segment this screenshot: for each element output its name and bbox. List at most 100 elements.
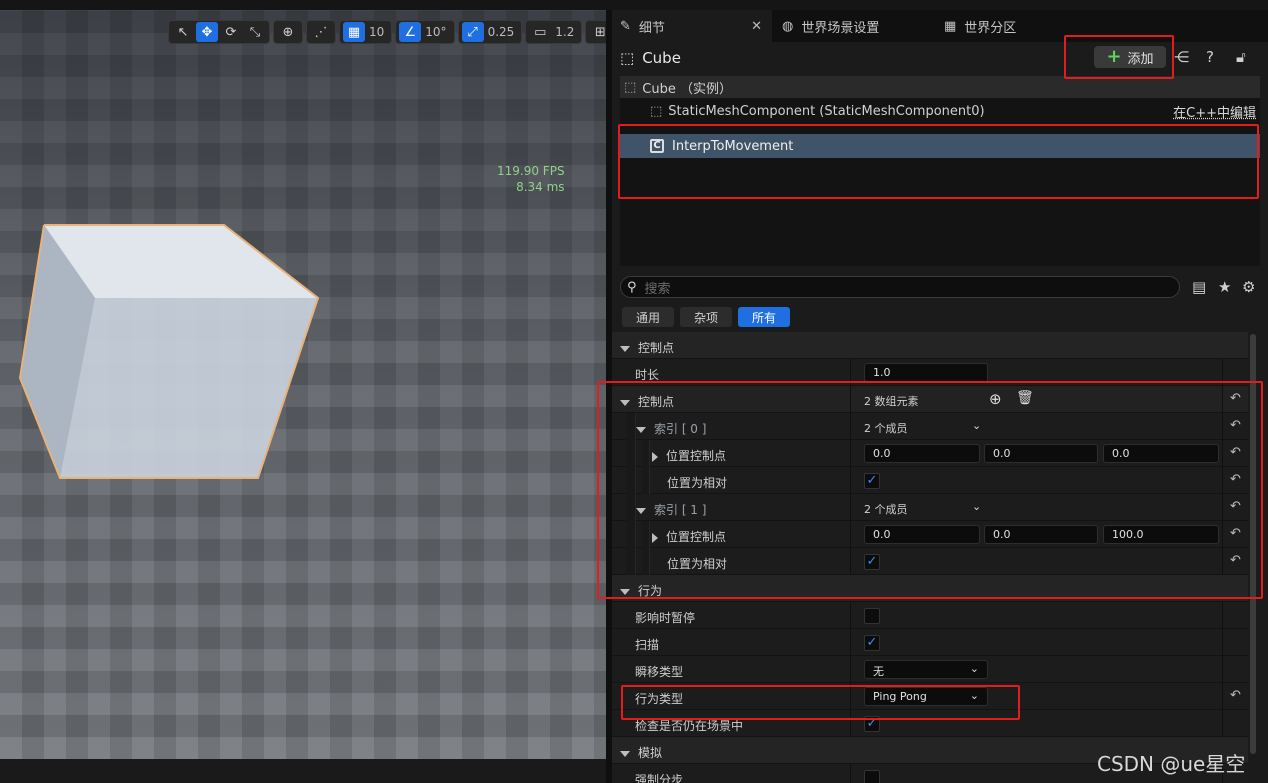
- control-points-array-row[interactable]: 控制点 2 数组元素 ⊕ 🗑︎ ↶: [612, 386, 1248, 413]
- globe-icon: ◍: [782, 18, 794, 34]
- surface-snap-icon[interactable]: ⋰: [310, 22, 332, 42]
- properties-scrollbar[interactable]: [1250, 334, 1256, 754]
- interp-label: InterpToMovement: [672, 138, 794, 154]
- duration-label: 时长: [635, 368, 660, 382]
- blueprint-icon[interactable]: ⋲: [1174, 48, 1189, 66]
- teleport-type-dropdown[interactable]: 无 ⌄: [864, 660, 988, 679]
- pause-on-impact-row: 影响时暂停: [612, 602, 1248, 629]
- index0-row[interactable]: 索引 [ 0 ] 2 个成员 ⌄ ↶: [612, 413, 1248, 440]
- rotate-icon[interactable]: ⟳: [220, 22, 242, 42]
- reset-icon[interactable]: ↶: [1230, 418, 1241, 433]
- table-view-icon[interactable]: ▤: [1192, 278, 1206, 296]
- behavior-type-label: 行为类型: [635, 692, 684, 706]
- index0-relative-row: 位置为相对 ✓ ↶: [612, 467, 1248, 494]
- globe-icon[interactable]: ⊕: [277, 22, 299, 42]
- reset-icon[interactable]: ↶: [1230, 445, 1241, 460]
- grid-snap-icon[interactable]: ▦: [343, 22, 365, 42]
- scale-icon[interactable]: ⤡: [244, 22, 266, 42]
- expand-arrow-icon: [636, 507, 646, 514]
- check-in-scene-checkbox[interactable]: ✓: [864, 716, 880, 732]
- instance-label: Cube （实例）: [642, 81, 732, 97]
- add-element-icon[interactable]: ⊕: [989, 390, 1002, 408]
- index1-relative-row: 位置为相对 ✓ ↶: [612, 548, 1248, 575]
- chevron-down-icon[interactable]: ⌄: [972, 419, 981, 432]
- actor-header: ⬚ Cube: [620, 49, 681, 67]
- level-viewport[interactable]: ↖ ✥ ⟳ ⤡ ⊕ ⋰ ▦ 10 ∠ 10° ⤢ 0.25 ▭ 1.2 ⊞ 11…: [0, 10, 606, 759]
- pencil-icon: ✎: [620, 18, 631, 34]
- force-substep-checkbox[interactable]: [864, 770, 880, 783]
- details-panel: ✎ 细节 ✕ ◍ 世界场景设置 ▦ 世界分区 ⬚ Cube + 添加 ⋲ ? 🔓…: [612, 10, 1268, 783]
- tab-world-partition[interactable]: ▦ 世界分区: [936, 10, 1096, 42]
- trash-icon[interactable]: 🗑︎: [1016, 390, 1034, 406]
- expand-arrow-icon: [620, 588, 630, 595]
- position-y-field[interactable]: 0.0: [984, 444, 1098, 463]
- lock-icon[interactable]: 🔓︎: [1236, 48, 1246, 66]
- cube-mesh[interactable]: [0, 10, 606, 759]
- relative-checkbox[interactable]: ✓: [864, 473, 880, 489]
- expand-arrow-icon[interactable]: [652, 451, 658, 462]
- angle-snap-icon[interactable]: ∠: [399, 22, 422, 42]
- expand-arrow-icon: [620, 750, 630, 757]
- camera-speed-group: ▭ 1.2: [525, 20, 583, 44]
- camera-speed-value[interactable]: 1.2: [553, 25, 578, 39]
- help-icon[interactable]: ?: [1206, 48, 1214, 66]
- rotate-snap-group: ∠ 10°: [395, 20, 455, 44]
- filter-misc[interactable]: 杂项: [680, 307, 733, 327]
- sweep-checkbox[interactable]: ✓: [864, 635, 880, 651]
- control-points-label: 控制点: [638, 395, 675, 409]
- index1-row[interactable]: 索引 [ 1 ] 2 个成员 ⌄ ↶: [612, 494, 1248, 521]
- index1-label: 索引 [ 1 ]: [654, 503, 707, 517]
- grid-snap-value[interactable]: 10: [367, 25, 388, 39]
- search-input[interactable]: ⚲ 搜索: [620, 276, 1180, 298]
- add-label: 添加: [1127, 51, 1154, 67]
- scale-snap-group: ⤢ 0.25: [457, 20, 523, 44]
- grid-snap-group: ▦ 10: [339, 20, 393, 44]
- edit-in-cpp-link[interactable]: 在C++中编辑: [1173, 102, 1256, 121]
- reset-icon[interactable]: ↶: [1230, 526, 1241, 541]
- add-component-button[interactable]: + 添加: [1094, 46, 1166, 68]
- static-mesh-row[interactable]: ⬚ StaticMeshComponent (StaticMeshCompone…: [620, 100, 1260, 122]
- star-icon[interactable]: ★: [1218, 278, 1231, 296]
- position-z-field[interactable]: 100.0: [1103, 525, 1219, 544]
- position-x-field[interactable]: 0.0: [864, 525, 980, 544]
- actor-name: Cube: [642, 49, 681, 67]
- viewport-layout-icon[interactable]: ⊞: [589, 22, 606, 42]
- close-icon[interactable]: ✕: [751, 19, 762, 34]
- behavior-type-dropdown[interactable]: Ping Pong ⌄: [864, 687, 988, 706]
- camera-icon[interactable]: ▭: [529, 22, 551, 42]
- viewport-bottom-bar: [0, 759, 606, 783]
- position-z-field[interactable]: 0.0: [1103, 444, 1219, 463]
- scale-snap-value[interactable]: 0.25: [486, 25, 519, 39]
- filter-general[interactable]: 通用: [622, 307, 675, 327]
- check-in-scene-row: 检查是否仍在场景中 ✓: [612, 710, 1248, 737]
- interp-movement-row[interactable]: C InterpToMovement: [620, 134, 1260, 158]
- relative-checkbox[interactable]: ✓: [864, 554, 880, 570]
- reset-icon[interactable]: ↶: [1230, 472, 1241, 487]
- filter-all[interactable]: 所有: [738, 307, 791, 327]
- force-substep-label: 强制分步: [635, 773, 684, 783]
- duration-field[interactable]: 1.0: [864, 363, 988, 382]
- tab-details[interactable]: ✎ 细节 ✕: [612, 10, 772, 42]
- position-y-field[interactable]: 0.0: [984, 525, 1098, 544]
- chevron-down-icon[interactable]: ⌄: [972, 500, 981, 513]
- teleport-type-row: 瞬移类型 无 ⌄: [612, 656, 1248, 683]
- component-instance-row[interactable]: ⬚ Cube （实例）: [620, 76, 1260, 98]
- category-label: 控制点: [638, 341, 675, 355]
- tab-world-settings[interactable]: ◍ 世界场景设置: [774, 10, 934, 42]
- component-icon: C: [650, 139, 664, 153]
- reset-icon[interactable]: ↶: [1230, 553, 1241, 568]
- pause-checkbox[interactable]: [864, 608, 880, 624]
- rotate-snap-value[interactable]: 10°: [423, 25, 450, 39]
- gear-icon[interactable]: ⚙: [1242, 278, 1255, 296]
- position-x-field[interactable]: 0.0: [864, 444, 980, 463]
- reset-icon[interactable]: ↶: [1230, 499, 1241, 514]
- category-behavior[interactable]: 行为: [612, 575, 1248, 602]
- reset-icon[interactable]: ↶: [1230, 688, 1241, 703]
- move-icon[interactable]: ✥: [196, 22, 218, 42]
- select-cursor-icon[interactable]: ↖: [172, 22, 194, 42]
- category-control-points[interactable]: 控制点: [612, 332, 1248, 359]
- scale-snap-icon[interactable]: ⤢: [461, 22, 484, 42]
- reset-icon[interactable]: ↶: [1230, 391, 1241, 406]
- sweep-label: 扫描: [635, 638, 660, 652]
- expand-arrow-icon[interactable]: [652, 532, 658, 543]
